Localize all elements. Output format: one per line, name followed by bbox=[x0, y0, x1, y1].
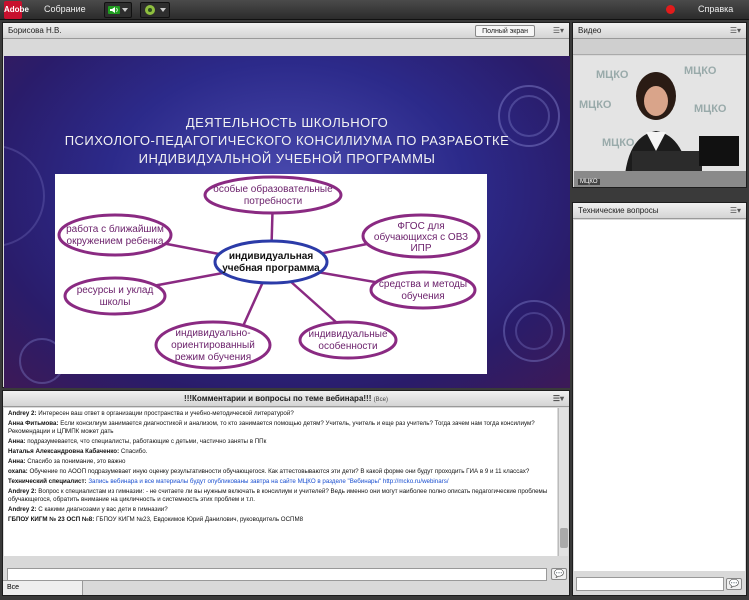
video-pod-header: Видео ☰▾ bbox=[573, 23, 746, 39]
center-label: учебная программа bbox=[222, 262, 320, 274]
mind-map-svg: особые образовательные потребности ФГОС … bbox=[57, 175, 481, 370]
node-label: обучения bbox=[401, 290, 444, 302]
chat-send-button[interactable]: 💬 bbox=[551, 568, 567, 580]
node-label: особые образовательные bbox=[213, 183, 333, 195]
pod-menu-icon[interactable]: ☰▾ bbox=[553, 26, 564, 35]
svg-text:МЦКО: МЦКО bbox=[602, 137, 635, 149]
svg-text:МЦКО: МЦКО bbox=[596, 69, 629, 81]
presenter-name: Борисова Н.В. bbox=[8, 26, 62, 35]
chat-message: Andrey 2: С какими диагнозами у вас дети… bbox=[8, 506, 168, 513]
chat-message-input[interactable] bbox=[7, 568, 547, 581]
node-label: ФГОС для bbox=[397, 221, 444, 232]
video-pod-title: Видео bbox=[578, 26, 602, 35]
tech-pod-title: Технические вопросы bbox=[578, 206, 659, 215]
speaker-button[interactable] bbox=[104, 2, 132, 18]
tech-questions-pod: Технические вопросы ☰▾ 💬 bbox=[572, 202, 747, 596]
slide-title-line: ИНДИВИДУАЛЬНОЙ УЧЕБНОЙ ПРОГРАММЫ bbox=[138, 151, 436, 166]
video-pod: Видео ☰▾ МЦКО МЦКО МЦКО МЦКО МЦКО МЦКО МЦКО bbox=[572, 22, 747, 188]
svg-text:МЦКО: МЦКО bbox=[579, 99, 612, 111]
chat-scrollbar[interactable] bbox=[558, 408, 568, 556]
webinars-link[interactable]: http://mcko.ru/webinars/ bbox=[383, 478, 449, 485]
mind-map-diagram: особые образовательные потребности ФГОС … bbox=[55, 174, 487, 374]
node-label: режим обучения bbox=[175, 351, 251, 363]
app-toolbar: Adobe Собрание Справка bbox=[0, 0, 749, 20]
node-label: индивидуально- bbox=[175, 328, 250, 339]
speaker-icon bbox=[108, 6, 120, 14]
node-label: индивидуальные bbox=[308, 329, 387, 340]
node-label: окружением ребенка bbox=[67, 235, 164, 247]
pod-menu-icon[interactable]: ☰▾ bbox=[730, 206, 741, 215]
chat-message: Andrey 2: Вопрос к специалистам из гимна… bbox=[8, 488, 548, 503]
svg-text:МЦКО: МЦКО bbox=[684, 65, 717, 77]
node-label: особенности bbox=[318, 340, 377, 352]
tech-pod-header: Технические вопросы ☰▾ bbox=[573, 203, 746, 219]
pod-menu-icon[interactable]: ☰▾ bbox=[553, 394, 564, 403]
node-label: работа с ближайшим bbox=[66, 223, 164, 235]
meeting-menu[interactable]: Собрание bbox=[44, 4, 86, 14]
chat-scope: (Все) bbox=[373, 397, 388, 403]
share-pod-header: Борисова Н.В. Полный экран ☰▾ bbox=[3, 23, 569, 39]
tech-send-button[interactable]: 💬 bbox=[726, 578, 742, 590]
webcam-feed: МЦКО МЦКО МЦКО МЦКО МЦКО МЦКО МЦКО bbox=[574, 56, 746, 187]
tech-message-input[interactable] bbox=[576, 577, 724, 591]
scrollbar-thumb[interactable] bbox=[560, 528, 568, 548]
chat-pod-title: !!!Комментарии и вопросы по теме вебинар… bbox=[184, 394, 372, 403]
chat-message: Технический специалист: Запись вебинара … bbox=[8, 478, 449, 485]
help-menu[interactable]: Справка bbox=[698, 4, 733, 14]
chevron-down-icon bbox=[122, 8, 128, 12]
node-label: школы bbox=[100, 297, 131, 308]
slide-title: ДЕЯТЕЛЬНОСТЬ ШКОЛЬНОГО ПСИХОЛОГО-ПЕДАГОГ… bbox=[4, 114, 570, 168]
webcam-image: МЦКО МЦКО МЦКО МЦКО МЦКО МЦКО bbox=[574, 56, 746, 187]
webcam-button[interactable] bbox=[140, 2, 170, 18]
slide-title-line: ПСИХОЛОГО-ПЕДАГОГИЧЕСКОГО КОНСИЛИУМА ПО … bbox=[64, 133, 510, 148]
webcam-icon bbox=[145, 5, 155, 15]
webcam-label: МЦКО bbox=[578, 179, 600, 185]
tech-chat-log bbox=[574, 220, 745, 571]
chat-message: Andrey 2: Интересен ваш ответ в организа… bbox=[8, 410, 294, 417]
video-toolbar bbox=[573, 39, 746, 55]
node-label: ресурсы и уклад bbox=[77, 285, 154, 296]
chat-message: охапа: Обучение по АООП подразумевает ин… bbox=[8, 468, 530, 475]
svg-text:МЦКО: МЦКО bbox=[694, 103, 727, 115]
node-label: потребности bbox=[244, 195, 302, 207]
chat-recipient-select[interactable]: Все bbox=[3, 580, 83, 595]
chat-message: Наталья Александровна Кабаченко: Спасибо… bbox=[8, 448, 148, 455]
chevron-down-icon bbox=[160, 8, 166, 12]
node-label: обучающихся с ОВЗ bbox=[374, 231, 468, 243]
share-pod: Борисова Н.В. Полный экран ☰▾ ДЕЯТЕЛЬНОС… bbox=[2, 22, 570, 388]
fullscreen-button[interactable]: Полный экран bbox=[475, 25, 535, 37]
chat-pod: !!!Комментарии и вопросы по теме вебинар… bbox=[2, 390, 570, 596]
chat-message: ГБПОУ КИГМ № 23 ОСП №8: ГБПОУ КИГМ №23, … bbox=[8, 516, 304, 523]
chat-message: Анна: подразумевается, что специалисты, … bbox=[8, 438, 267, 445]
presentation-slide: ДЕЯТЕЛЬНОСТЬ ШКОЛЬНОГО ПСИХОЛОГО-ПЕДАГОГ… bbox=[4, 56, 570, 388]
pod-menu-icon[interactable]: ☰▾ bbox=[730, 26, 741, 35]
node-label: средства и методы bbox=[379, 279, 467, 290]
node-label: ИПР bbox=[410, 243, 431, 254]
chat-message: Анна: Спасибо за понимание, это важно bbox=[8, 458, 126, 465]
record-icon[interactable] bbox=[666, 5, 675, 14]
node-label: ориентированный bbox=[171, 340, 255, 351]
slide-title-line: ДЕЯТЕЛЬНОСТЬ ШКОЛЬНОГО bbox=[185, 115, 389, 130]
chat-pod-header: !!!Комментарии и вопросы по теме вебинар… bbox=[3, 391, 569, 407]
center-label: индивидуальная bbox=[229, 251, 314, 262]
chat-message: Анна Фитьмова: Если консилиум занимается… bbox=[8, 420, 535, 435]
adobe-logo: Adobe bbox=[4, 1, 29, 19]
chat-log: Andrey 2: Интересен ваш ответ в организа… bbox=[4, 408, 557, 556]
